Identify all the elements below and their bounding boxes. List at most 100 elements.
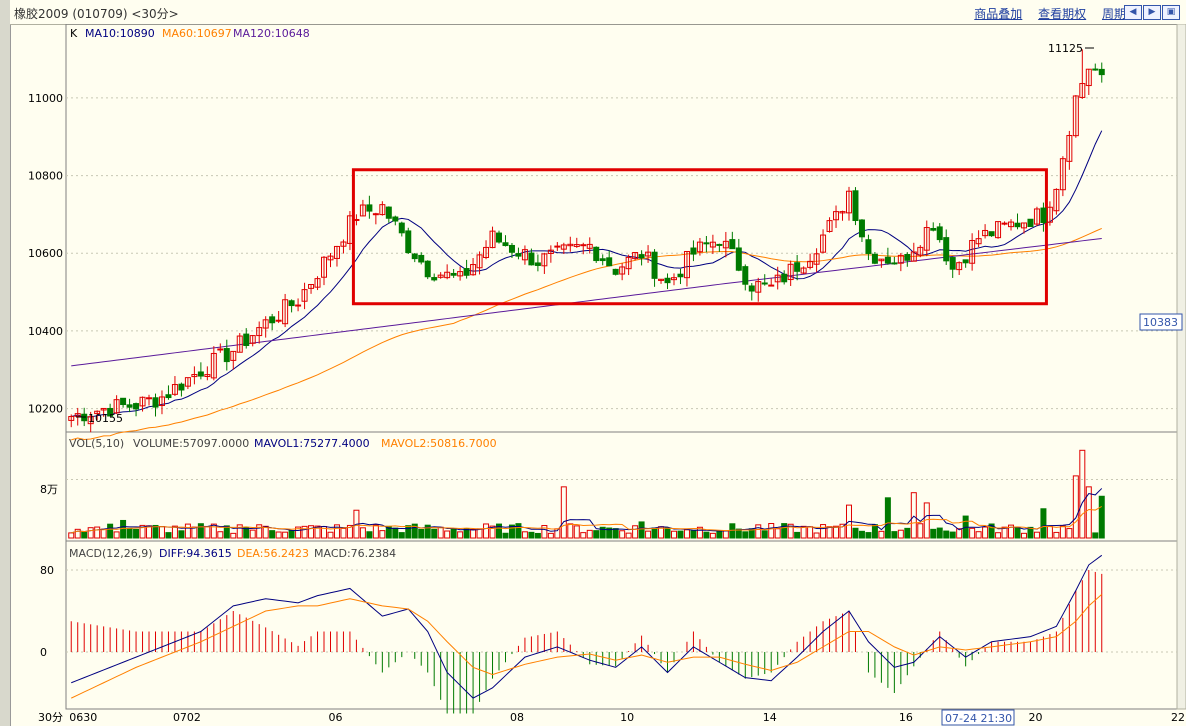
expand-icon[interactable]: ▣ (1162, 5, 1180, 20)
candle-body (735, 247, 742, 271)
candle-body (223, 348, 230, 363)
volume-bar (126, 527, 133, 539)
price-panel-frame (65, 24, 1178, 433)
volume-bar (884, 497, 891, 539)
volume-bar (450, 528, 457, 539)
candle-body (463, 268, 470, 276)
cursor-time-label: 07-24 21:30 (945, 712, 1012, 725)
candle-body (794, 262, 801, 272)
volume-bar (1059, 525, 1066, 539)
volume-bar (340, 527, 347, 539)
ma10-line (71, 130, 1103, 418)
candle-body (852, 190, 859, 222)
volume-bar (690, 530, 697, 539)
candle-body (904, 254, 911, 261)
candle-body (599, 258, 606, 262)
price-tick-label: 10600 (28, 247, 63, 260)
arrow-left-icon[interactable]: ◀ (1124, 5, 1142, 20)
volume-bar (541, 525, 548, 539)
volume-bar (392, 527, 399, 539)
price-tick-label: 10800 (28, 170, 63, 183)
volume-bar (359, 527, 366, 539)
volume-bar (904, 527, 911, 539)
candle-body (930, 227, 937, 231)
volume-bar (677, 530, 684, 539)
candle-body (580, 244, 587, 247)
volume-bar (1040, 508, 1047, 539)
volume-bar (709, 532, 716, 539)
volume-bar (379, 530, 386, 539)
volume-bar (502, 532, 509, 539)
candle-body (269, 316, 276, 324)
options-button[interactable]: 查看期权 (1038, 7, 1086, 21)
volume-bar (858, 530, 865, 539)
volume-bar (703, 531, 710, 539)
candle-body (1040, 207, 1047, 224)
x-tick-label: 14 (763, 711, 777, 724)
macd-tick-label: 0 (40, 646, 47, 659)
dea-line (71, 593, 1103, 699)
candles (68, 49, 1105, 433)
volume-bar (871, 524, 878, 539)
high-label: 11125 (1048, 42, 1083, 55)
candle-body (936, 226, 943, 241)
candle-body (528, 252, 535, 266)
overlay-button[interactable]: 商品叠加 (974, 7, 1022, 21)
price-tick-label: 10200 (28, 403, 63, 416)
candle-body (146, 397, 153, 400)
volume-bar (87, 527, 94, 539)
volume-bar (1092, 532, 1099, 539)
right-scrollbar[interactable] (1176, 24, 1186, 710)
candle-body (962, 259, 969, 264)
ma60-label: MA60:10697 (162, 27, 232, 40)
mavol1-line (71, 488, 1103, 534)
volume-bar (1020, 532, 1027, 539)
candle-body (197, 371, 204, 377)
candle-body (496, 232, 503, 243)
candle-body (703, 242, 710, 245)
period-button[interactable]: 周期 (1102, 7, 1126, 21)
candle-body (243, 333, 250, 346)
volume-bar (651, 527, 658, 539)
candle-body (690, 247, 697, 255)
volume-bar (891, 531, 898, 539)
candle-body (651, 251, 658, 279)
volume-bar (781, 523, 788, 539)
volume-bar (204, 526, 211, 539)
x-tick-label: 06 (328, 711, 342, 724)
candle-body (949, 257, 956, 270)
volume-bar (243, 527, 250, 539)
volume-bar (573, 525, 580, 539)
candle-body (1027, 218, 1034, 228)
volume-bar (515, 523, 522, 539)
volume-bar (722, 530, 729, 539)
top-buttons: 商品叠加 查看期权 周期 (962, 5, 1126, 22)
volume-bar (327, 531, 334, 539)
volume-bar (878, 530, 885, 539)
candle-body (126, 404, 133, 408)
volume-bar (1014, 526, 1021, 539)
volume-bar (917, 523, 924, 539)
chart-canvas[interactable]: 10200 10400 10600 10800 11000 0 80 0630 0702 06 08… (0, 24, 1186, 726)
volume-bar (81, 531, 88, 539)
candle-body (133, 403, 140, 410)
volume-bar (1085, 486, 1092, 539)
volume-bar (716, 530, 723, 539)
candle-body (366, 204, 373, 212)
volume-bar (217, 531, 224, 539)
arrow-right-icon[interactable]: ▶ (1143, 5, 1161, 20)
candle-body (748, 285, 755, 292)
current-price-label: 10383 (1143, 316, 1178, 329)
ma10-label: MA10:10890 (85, 27, 155, 40)
candle-body (405, 230, 412, 254)
x-tick-label: 22 (1171, 711, 1185, 724)
moving-average-lines (71, 130, 1103, 441)
nav-icons: ◀ ▶ ▣ (1124, 5, 1180, 20)
candle-body (1092, 68, 1099, 71)
candle-body (768, 284, 775, 287)
top-bar: 橡胶2009 (010709) <30分> 商品叠加 查看期权 周期 ◀ ▶ ▣ (10, 0, 1186, 25)
volume-bar (275, 531, 282, 539)
volume-bar (197, 523, 204, 539)
volume-bar (761, 530, 768, 539)
grid (66, 97, 1177, 653)
